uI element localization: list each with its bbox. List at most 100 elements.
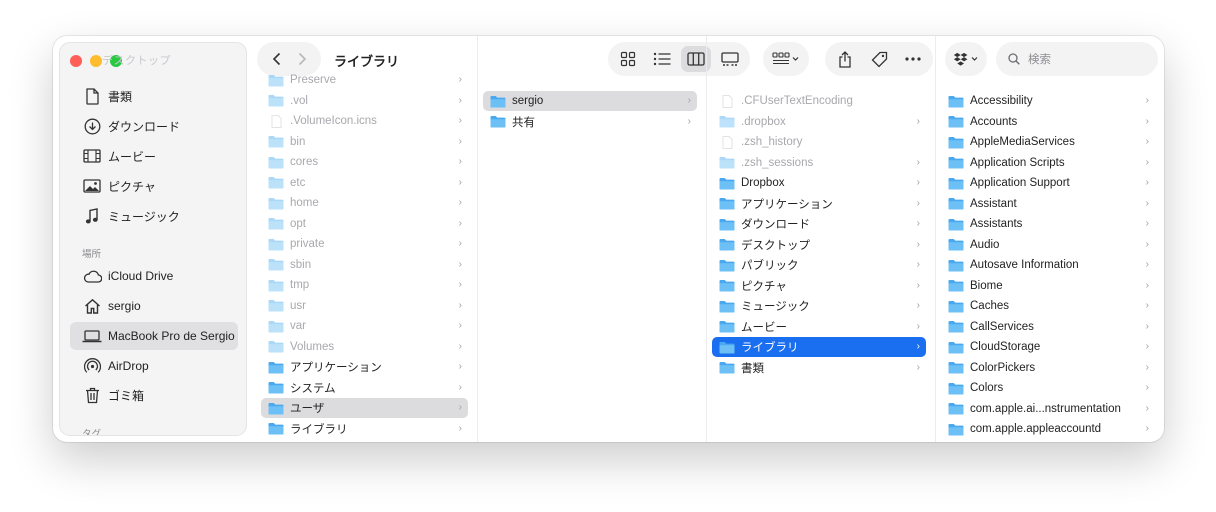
film-icon [82,146,102,166]
folder-row[interactable]: 共有 › [483,112,697,132]
folder-row[interactable]: Application Scripts › [941,153,1155,173]
folder-row[interactable]: Preserve › [261,70,468,90]
folder-row[interactable]: ダウンロード › [712,214,926,234]
folder-row[interactable]: Caches › [941,296,1155,316]
chevron-right-icon: › [1145,279,1149,291]
folder-row[interactable]: Accounts › [941,112,1155,132]
folder-row[interactable]: Volumes › [261,337,468,357]
sidebar-item-airdrop[interactable]: AirDrop [70,352,238,380]
item-name: アプリケーション [290,362,382,374]
folder-row[interactable]: 書類 › [712,358,926,378]
icon-view-button[interactable] [613,46,643,72]
folder-icon [948,341,964,353]
file-icon [722,135,733,149]
folder-row[interactable]: ピクチャ › [712,276,926,296]
group-by-menu[interactable] [767,46,805,72]
folder-row[interactable]: .vol › [261,91,468,111]
sidebar-item-icloud-drive[interactable]: iCloud Drive [70,262,238,290]
sidebar-item-home[interactable]: sergio [70,292,238,320]
folder-row[interactable]: AppleMediaServices › [941,132,1155,152]
folder-row[interactable]: ライブラリ › [261,419,468,439]
folder-icon [268,197,284,209]
share-button[interactable] [830,46,860,72]
folder-row[interactable]: Assistants › [941,214,1155,234]
folder-row[interactable]: ユーザ › [261,398,468,418]
folder-row[interactable]: usr › [261,296,468,316]
folder-row[interactable]: アプリケーション › [712,194,926,214]
minimize-button[interactable] [90,55,102,67]
folder-row[interactable]: ムービー › [712,317,926,337]
folder-row[interactable]: .zsh_sessions › [712,153,926,173]
folder-row[interactable]: Application Support › [941,173,1155,193]
folder-row[interactable]: ColorPickers › [941,358,1155,378]
item-name: Accounts [970,115,1018,128]
item-name: ダウンロード [741,219,810,231]
folder-row[interactable]: ミュージック › [712,296,926,316]
folder-icon [268,402,284,414]
group-by-button[interactable] [763,42,809,76]
chevron-right-icon: › [916,341,920,352]
folder-row[interactable]: Accessibility › [941,91,1155,111]
folder-row[interactable]: .dropbox › [712,112,926,132]
dropbox-menu-button[interactable] [945,42,987,76]
dropbox-button[interactable] [949,46,983,72]
gallery-view-button[interactable] [715,46,745,72]
folder-row[interactable]: bin › [261,132,468,152]
folder-row[interactable]: cores › [261,152,468,172]
folder-icon [268,361,284,373]
item-name: cores [290,156,319,168]
folder-row[interactable]: アプリケーション › [261,357,468,377]
chevron-right-icon: › [687,115,691,127]
chevron-right-icon: › [458,279,462,290]
forward-button[interactable] [290,47,314,71]
folder-row[interactable]: CallServices › [941,317,1155,337]
folder-row[interactable]: private › [261,234,468,254]
folder-row[interactable]: Autosave Information › [941,255,1155,275]
folder-row[interactable]: Audio › [941,235,1155,255]
item-name: Audio [970,238,1000,251]
chevron-right-icon: › [916,300,920,311]
finder-window: デスクトップ 書類 ダウンロード ムービー ピクチャ ミュージック 場所 iCl… [53,36,1164,442]
item-name: .vol [290,94,308,107]
folder-row[interactable]: システム › [261,378,468,398]
folder-icon [268,382,284,394]
chevron-right-icon: › [1145,320,1149,332]
close-button[interactable] [70,55,82,67]
sidebar-item-downloads[interactable]: ダウンロード [70,112,238,140]
folder-row[interactable]: home › [261,193,468,213]
folder-row[interactable]: opt › [261,214,468,234]
sidebar-item-music[interactable]: ミュージック [70,202,238,230]
sidebar-item-documents[interactable]: 書類 [70,82,238,110]
folder-row[interactable]: com.apple.ai...nstrumentation › [941,399,1155,419]
file-row[interactable]: .CFUserTextEncoding [712,91,926,111]
list-view-button[interactable] [647,46,677,72]
back-button[interactable] [264,47,288,71]
folder-row[interactable]: Colors › [941,378,1155,398]
sidebar-item-movies[interactable]: ムービー [70,142,238,170]
folder-row[interactable]: sergio › [483,91,697,111]
item-name: etc [290,176,306,189]
folder-row[interactable]: Assistant › [941,194,1155,214]
folder-row[interactable]: Dropbox › [712,173,926,193]
folder-row[interactable]: デスクトップ › [712,235,926,255]
folder-row[interactable]: etc › [261,173,468,193]
folder-row[interactable]: CloudStorage › [941,337,1155,357]
sidebar-item-trash[interactable]: ゴミ箱 [70,381,238,409]
folder-row[interactable]: com.apple.appleaccountd › [941,419,1155,439]
search-field[interactable]: 検索 [996,42,1158,76]
music-icon [82,206,102,226]
sidebar-item-pictures[interactable]: ピクチャ [70,172,238,200]
more-button[interactable] [898,46,928,72]
folder-row[interactable]: tmp › [261,275,468,295]
sidebar-item-macbook[interactable]: MacBook Pro de Sergio [70,322,238,350]
folder-row[interactable]: ライブラリ › [712,337,926,357]
folder-row[interactable]: Biome › [941,276,1155,296]
tag-button[interactable] [864,46,894,72]
folder-icon [719,300,735,312]
file-row[interactable]: .VolumeIcon.icns › [261,111,468,131]
folder-row[interactable]: sbin › [261,255,468,275]
chevron-right-icon: › [1145,259,1149,270]
file-row[interactable]: .zsh_history [712,132,926,152]
folder-row[interactable]: var › [261,316,468,336]
folder-row[interactable]: パブリック › [712,255,926,275]
